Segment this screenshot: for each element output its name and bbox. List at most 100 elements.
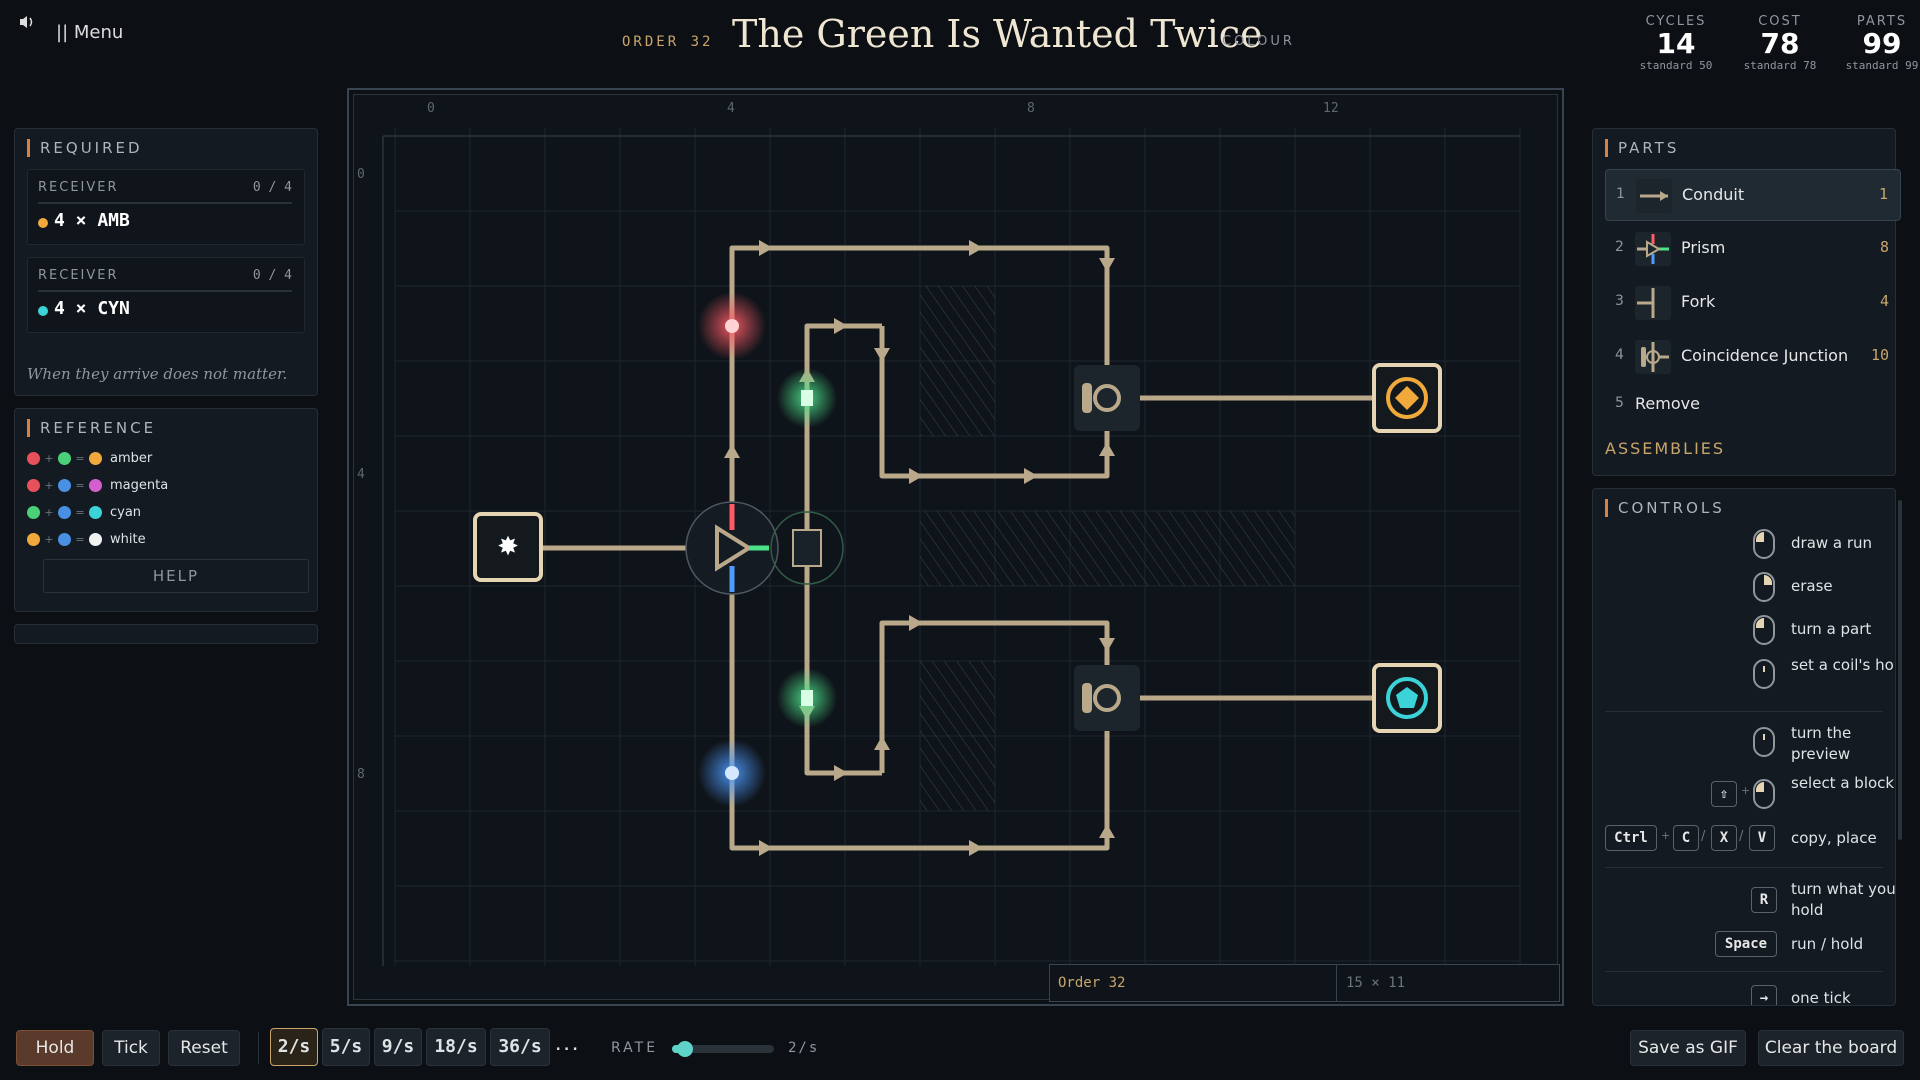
reset-button[interactable]: Reset [168, 1030, 240, 1066]
divider [1336, 965, 1337, 1001]
parts-title: PARTS [1605, 139, 1679, 157]
mouse-scroll-icon [1753, 659, 1775, 689]
right-arrow-key: → [1751, 985, 1777, 1005]
speed-2[interactable]: 2/s [270, 1028, 318, 1066]
red-dot-icon [27, 479, 40, 492]
col-label: 0 [427, 101, 435, 116]
more-speeds-button[interactable]: ... [554, 1028, 579, 1066]
part-remove[interactable]: 5 Remove [1605, 385, 1901, 425]
board-size: 15 × 11 [1346, 975, 1406, 991]
col-label: 12 [1323, 101, 1339, 116]
control-copy-place: copy, place [1791, 829, 1877, 847]
circuit-canvas[interactable]: 0 4 8 12 0 4 8 ✸ [349, 90, 1562, 1004]
space-key: Space [1715, 931, 1777, 957]
magenta-dot-icon [89, 479, 102, 492]
stat-value: 78 [1760, 27, 1800, 60]
row-label: 8 [357, 767, 365, 782]
stat-standard: standard 50 [1639, 59, 1713, 72]
controls-title: CONTROLS [1605, 499, 1725, 517]
red-dot-icon [27, 452, 40, 465]
receiver-progress-track [38, 290, 292, 292]
star-icon: ✸ [497, 532, 519, 562]
white-dot-icon [89, 533, 102, 546]
reference-panel: REFERENCE + = amber + = magenta + = cyan + = whi… [14, 408, 318, 612]
required-note: When they arrive does not matter. [27, 365, 288, 383]
fork-icon [1635, 286, 1671, 320]
rate-value: 2/s [788, 1040, 820, 1056]
receiver-progress-track [38, 202, 292, 204]
blocked-cells [920, 661, 995, 811]
page-title: The Green Is Wanted Twice [732, 12, 1263, 56]
stat-value: 99 [1862, 27, 1902, 60]
parts-panel: PARTS 1 Conduit 1 2 Prism 8 3 Fork 4 4 C… [1592, 128, 1901, 476]
empty-panel [14, 624, 318, 644]
prism-part[interactable] [685, 501, 779, 595]
stat-value: 14 [1656, 27, 1696, 60]
control-turn-held: turn what you hold [1791, 880, 1896, 919]
divider [1605, 867, 1883, 868]
part-coincidence-junction[interactable]: 4 Coincidence Junction 10 [1605, 331, 1901, 383]
control-turn-part: turn a part [1791, 620, 1872, 638]
x-key: X [1711, 825, 1737, 851]
blue-dot-icon [58, 533, 71, 546]
coincidence-junction[interactable] [1074, 365, 1140, 431]
amber-dot-icon [38, 218, 48, 228]
receiver-count: 0 / 4 [252, 180, 292, 195]
board-footer: Order 32 15 × 11 [1049, 964, 1560, 1002]
speed-36[interactable]: 36/s [490, 1028, 550, 1066]
reference-row-amber: + = amber [27, 451, 152, 475]
tick-button[interactable]: Tick [102, 1030, 160, 1066]
stat-cycles: CYCLES 14 standard 50 [1626, 14, 1726, 72]
help-button[interactable]: HELP [43, 559, 309, 593]
junction-icon [1635, 340, 1671, 374]
speed-5[interactable]: 5/s [322, 1028, 370, 1066]
blue-dot-icon [58, 479, 71, 492]
divider [1605, 971, 1883, 972]
board[interactable]: 0 4 8 12 0 4 8 ✸ Order 32 15 × 11 [347, 88, 1564, 1006]
blocked-cells [920, 286, 995, 436]
reference-row-magenta: + = magenta [27, 478, 168, 502]
speed-9[interactable]: 9/s [374, 1028, 422, 1066]
row-label: 4 [357, 467, 365, 482]
part-fork[interactable]: 3 Fork 4 [1605, 277, 1901, 329]
mouse-left-icon [1753, 779, 1775, 809]
receiver-amber[interactable] [1372, 363, 1442, 433]
category-label: COLOUR [1222, 34, 1295, 49]
receiver-amber: RECEIVER 0 / 4 4 × AMB [27, 169, 305, 245]
blocked-cells [920, 511, 1295, 586]
hold-button[interactable]: Hold [16, 1030, 94, 1066]
mouse-scroll-icon [1753, 727, 1775, 757]
coincidence-junction[interactable] [1074, 665, 1140, 731]
speaker-icon[interactable] [18, 14, 36, 34]
control-one-tick: one tick [1791, 989, 1851, 1006]
reference-row-cyan: + = cyan [27, 505, 141, 529]
amber-dot-icon [27, 533, 40, 546]
rate-slider-thumb[interactable] [677, 1041, 694, 1057]
assemblies-link[interactable]: ASSEMBLIES [1605, 439, 1725, 458]
mouse-left-icon [1753, 615, 1775, 645]
clear-board-button[interactable]: Clear the board [1758, 1030, 1904, 1066]
divider [1605, 711, 1883, 712]
source-emitter[interactable]: ✸ [473, 512, 543, 582]
green-dot-icon [27, 506, 40, 519]
v-key: V [1749, 825, 1775, 851]
scrollbar[interactable] [1898, 500, 1902, 840]
axis-labels: 0 4 8 12 0 4 8 [357, 101, 1339, 782]
c-key: C [1673, 825, 1699, 851]
mouse-left-icon [1753, 529, 1775, 559]
blue-dot-icon [58, 506, 71, 519]
menu-button[interactable]: || Menu [56, 22, 123, 43]
green-signal [801, 390, 813, 406]
conduit-icon [1636, 179, 1672, 213]
control-coil-hold: set a coil's hold [1791, 656, 1896, 674]
rate-slider[interactable] [672, 1041, 774, 1057]
shift-key: ⇧ [1711, 781, 1737, 807]
part-prism[interactable]: 2 Prism 8 [1605, 223, 1901, 275]
board-name: Order 32 [1058, 975, 1126, 991]
receiver-cyan[interactable] [1372, 663, 1442, 733]
rate-label: RATE [611, 1040, 659, 1056]
speed-18[interactable]: 18/s [426, 1028, 486, 1066]
prism-icon [1635, 232, 1671, 266]
save-gif-button[interactable]: Save as GIF [1630, 1030, 1746, 1066]
part-conduit[interactable]: 1 Conduit 1 [1605, 169, 1901, 221]
